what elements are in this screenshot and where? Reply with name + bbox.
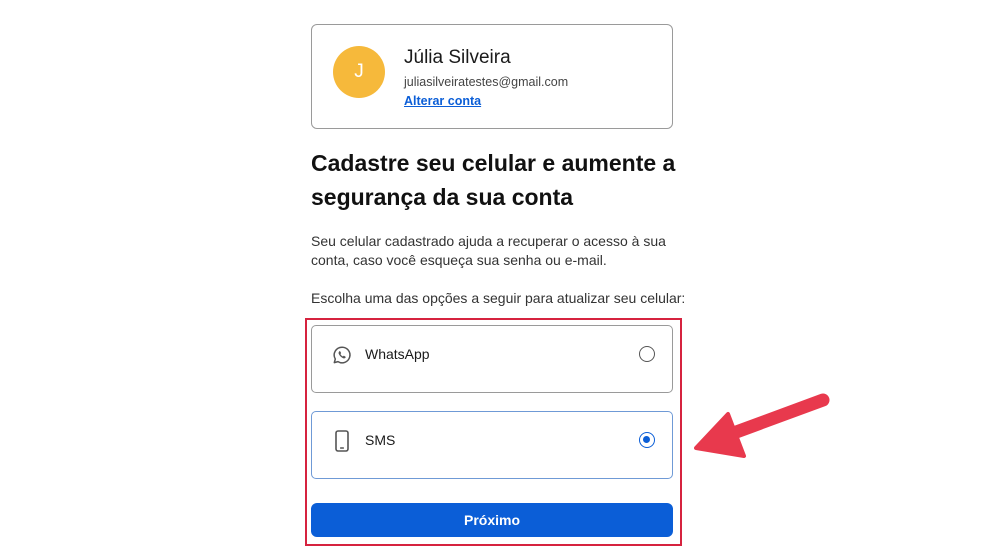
next-button[interactable]: Próximo (311, 503, 673, 537)
account-name: Júlia Silveira (404, 47, 511, 68)
page: J Júlia Silveira juliasilveiratestes@gma… (0, 0, 984, 547)
radio-sms[interactable] (639, 432, 655, 448)
phone-icon (332, 430, 352, 452)
page-title: Cadastre seu celular e aumente a seguran… (311, 150, 676, 210)
change-account-link[interactable]: Alterar conta (404, 94, 481, 108)
description-text: Seu celular cadastrado ajuda a recuperar… (311, 233, 666, 268)
option-label: SMS (365, 432, 396, 448)
radio-whatsapp[interactable] (639, 346, 655, 362)
option-prompt: Escolha uma das opções a seguir para atu… (311, 290, 686, 306)
option-whatsapp[interactable]: WhatsApp (311, 325, 673, 393)
whatsapp-icon (332, 344, 352, 366)
account-email: juliasilveiratestes@gmail.com (404, 75, 569, 89)
option-label: WhatsApp (365, 346, 430, 362)
account-card: J Júlia Silveira juliasilveiratestes@gma… (311, 24, 673, 129)
avatar: J (333, 46, 385, 98)
option-sms[interactable]: SMS (311, 411, 673, 479)
arrow-annotation-icon (694, 393, 830, 458)
